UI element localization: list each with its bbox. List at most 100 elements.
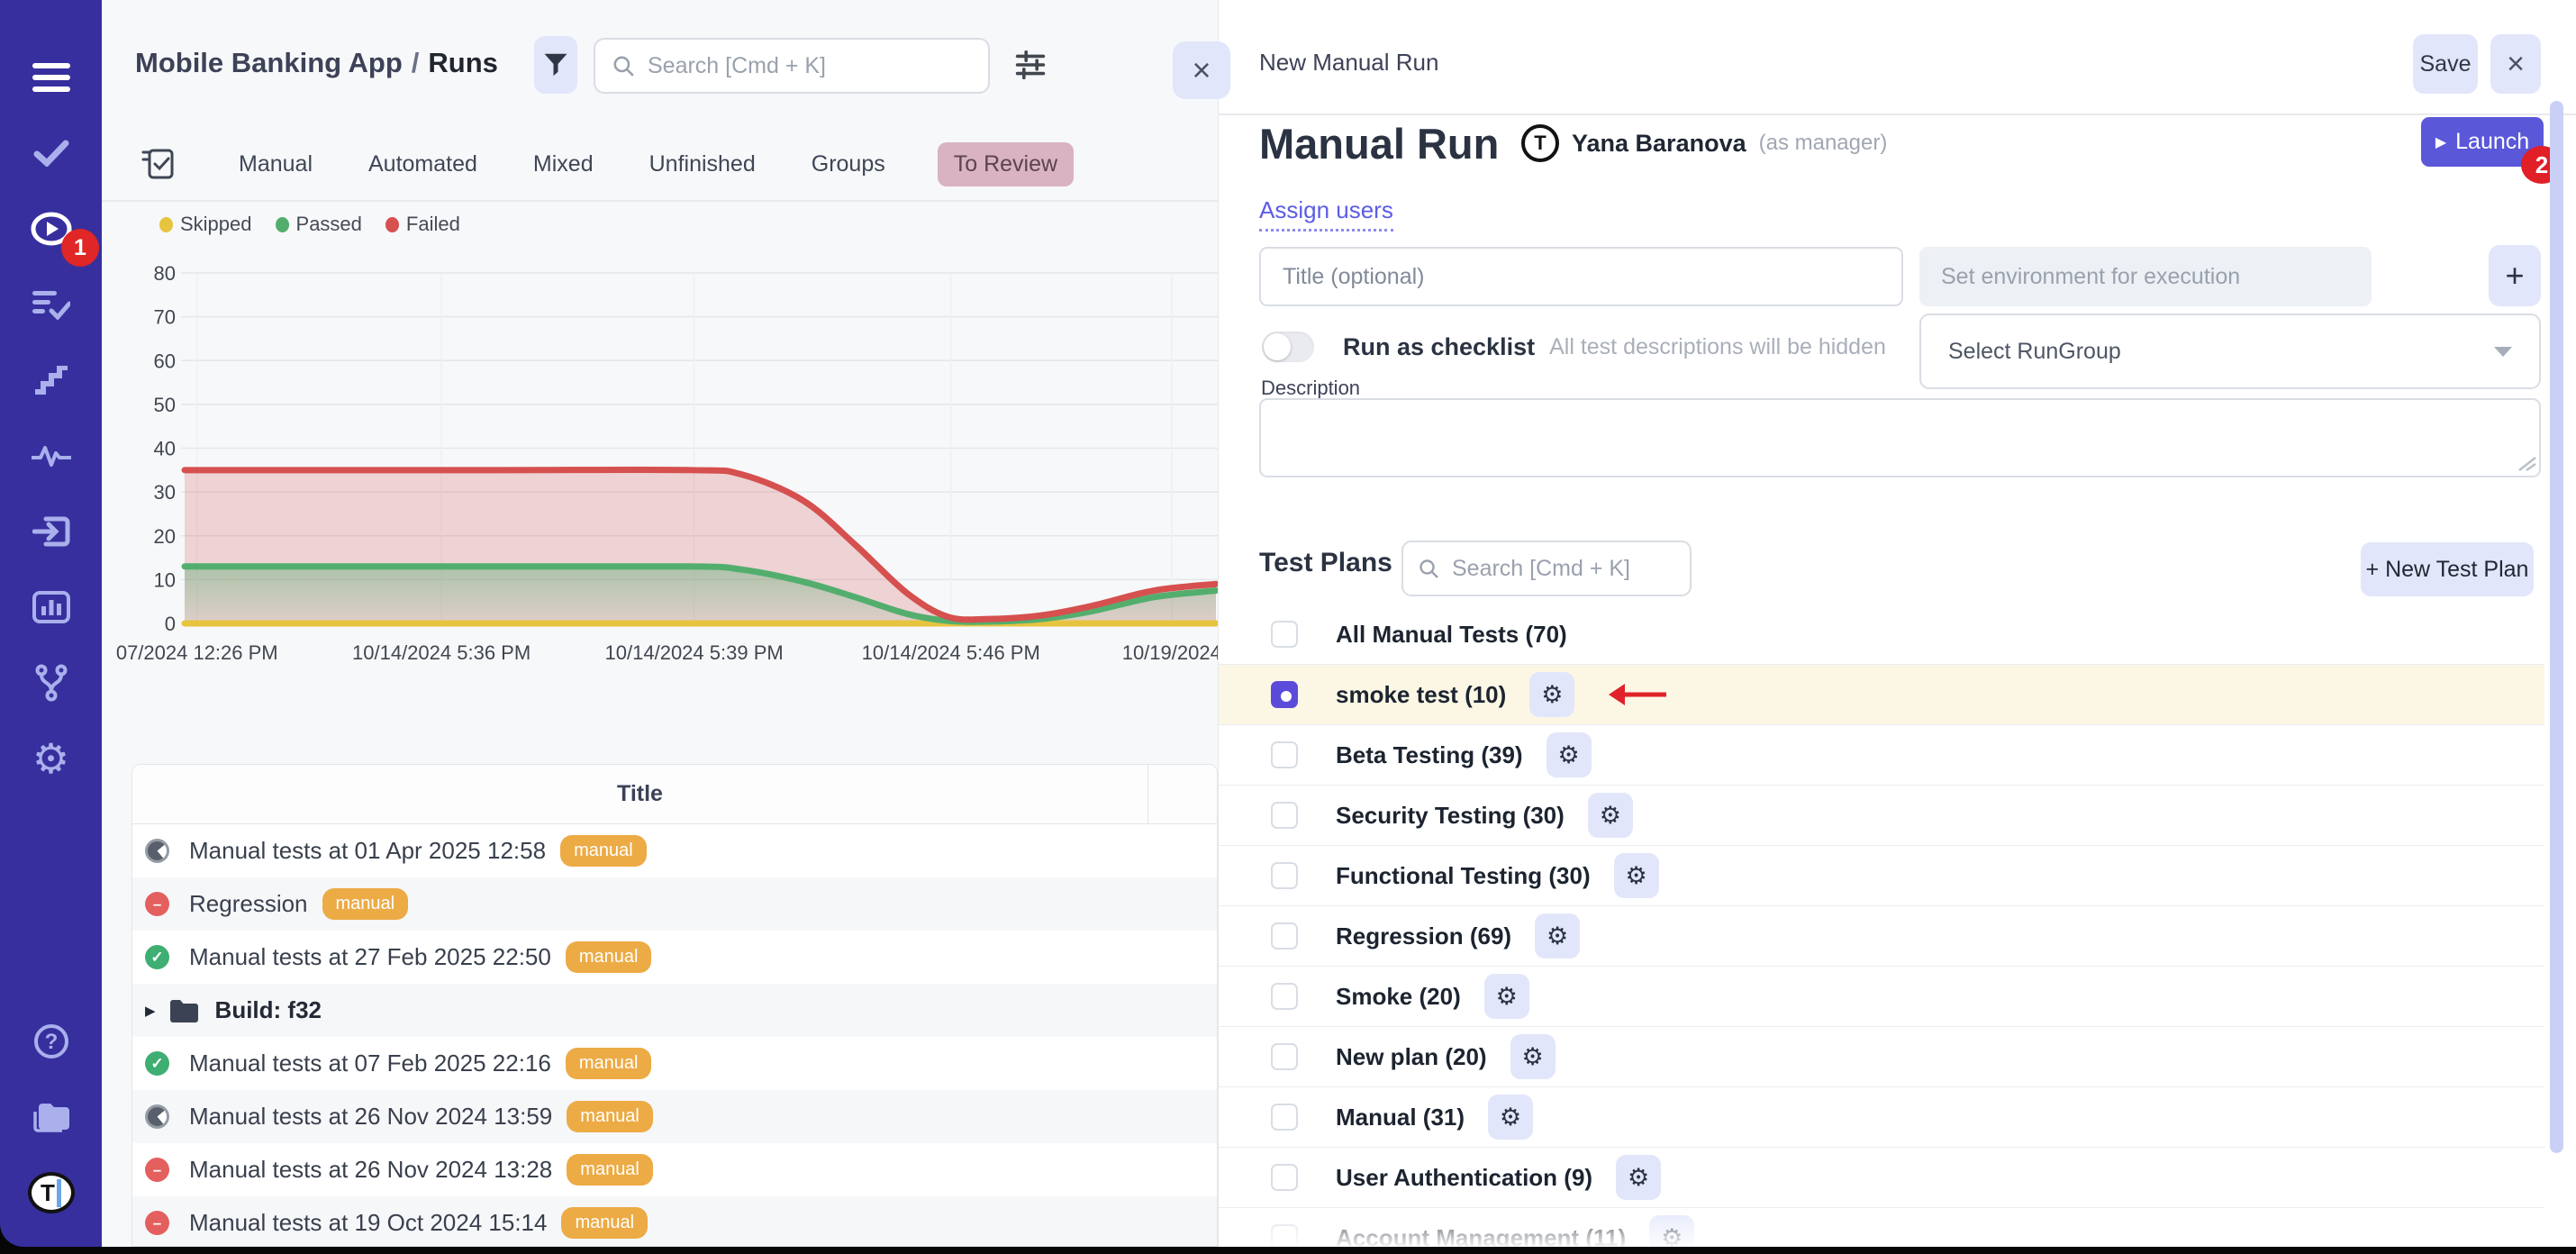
svg-text:30: 30 xyxy=(154,481,176,504)
assign-users-link[interactable]: Assign users xyxy=(1259,196,1393,232)
sidebar-item-settings[interactable]: ⚙ xyxy=(0,721,102,796)
test-plan-checkbox[interactable] xyxy=(1271,802,1298,829)
test-plan-settings-button[interactable]: ⚙ xyxy=(1614,853,1659,898)
sidebar-item-branch[interactable] xyxy=(0,645,102,721)
test-plan-checkbox[interactable] xyxy=(1271,922,1298,950)
test-plan-checkbox[interactable] xyxy=(1271,741,1298,768)
drawer-scrollbar[interactable] xyxy=(2550,101,2563,1153)
table-row[interactable]: Manual tests at 01 Apr 2025 12:58manual xyxy=(132,824,1217,877)
test-plan-settings-button[interactable]: ⚙ xyxy=(1588,793,1633,838)
tab-automated[interactable]: Automated xyxy=(365,142,481,186)
test-plan-settings-button[interactable]: ⚙ xyxy=(1529,672,1574,717)
table-row[interactable]: Manual tests at 26 Nov 2024 13:59manual xyxy=(132,1090,1217,1143)
run-type-badge: manual xyxy=(566,1048,652,1079)
tab-to-review[interactable]: To Review xyxy=(938,142,1074,186)
checks-icon xyxy=(33,140,69,167)
table-folder-row[interactable]: ▶Build: f32 xyxy=(132,984,1217,1037)
rungroup-select[interactable]: Select RunGroup xyxy=(1919,314,2541,389)
test-plan-settings-button[interactable]: ⚙ xyxy=(1547,732,1592,777)
sidebar-item-runs[interactable]: 1 xyxy=(0,191,102,267)
test-plan-row[interactable]: Smoke (20) ⚙ xyxy=(1219,967,2544,1027)
toggle-knob xyxy=(1264,333,1291,360)
legend-dot xyxy=(276,217,289,232)
drawer-close-button[interactable]: × xyxy=(2490,34,2541,94)
legend-item-skipped[interactable]: Skipped xyxy=(159,213,252,236)
table-row[interactable]: ✓Manual tests at 07 Feb 2025 22:16manual xyxy=(132,1037,1217,1090)
checklist-icon[interactable] xyxy=(141,147,174,181)
sidebar-item-checks[interactable] xyxy=(0,115,102,191)
test-plan-settings-button[interactable]: ⚙ xyxy=(1484,974,1529,1019)
app-logo[interactable]: T xyxy=(28,1172,75,1213)
test-plan-checkbox[interactable] xyxy=(1271,862,1298,889)
test-plan-checkbox[interactable] xyxy=(1271,621,1298,648)
sidebar-item-logo[interactable]: T xyxy=(0,1155,102,1231)
tab-groups[interactable]: Groups xyxy=(808,142,889,186)
run-type-badge: manual xyxy=(566,941,652,973)
column-header-title[interactable]: Title xyxy=(132,781,1147,807)
table-row[interactable]: –Regressionmanual xyxy=(132,877,1217,931)
test-plan-settings-button[interactable]: ⚙ xyxy=(1510,1034,1556,1079)
test-plan-row[interactable]: Security Testing (30)⚙ xyxy=(1219,786,2544,846)
table-row[interactable]: –Manual tests at 26 Nov 2024 13:28manual xyxy=(132,1143,1217,1196)
test-plan-settings-button[interactable]: ⚙ xyxy=(1535,913,1580,959)
test-plan-label: Smoke (20) xyxy=(1336,983,1461,1011)
breadcrumb-project[interactable]: Mobile Banking App xyxy=(135,47,403,78)
tab-unfinished[interactable]: Unfinished xyxy=(646,142,759,186)
test-plan-row[interactable]: Regression (69)⚙ xyxy=(1219,906,2544,967)
test-plan-checkbox[interactable] xyxy=(1271,1104,1298,1131)
test-plan-row[interactable]: Beta Testing (39)⚙ xyxy=(1219,725,2544,786)
filter-button[interactable] xyxy=(534,36,577,94)
test-plan-checkbox[interactable] xyxy=(1271,983,1298,1010)
description-label: Description xyxy=(1261,377,1360,400)
svg-text:10/14/2024 5:36 PM: 10/14/2024 5:36 PM xyxy=(352,641,531,664)
sidebar-item-plans[interactable] xyxy=(0,267,102,342)
sidebar-item-menu[interactable] xyxy=(0,40,102,115)
test-plan-checkbox[interactable] xyxy=(1271,681,1298,708)
sidebar-item-import[interactable] xyxy=(0,494,102,569)
checklist-toggle-label: Run as checklist xyxy=(1343,333,1535,361)
gear-icon: ⚙ xyxy=(1557,741,1579,769)
test-plan-checkbox[interactable] xyxy=(1271,1043,1298,1070)
analytics-icon xyxy=(32,591,70,623)
save-button[interactable]: Save xyxy=(2413,34,2478,94)
test-plan-row[interactable]: Functional Testing (30)⚙ xyxy=(1219,846,2544,906)
test-plan-row[interactable]: New plan (20)⚙ xyxy=(1219,1027,2544,1087)
view-settings-button[interactable] xyxy=(1010,45,1051,86)
test-plan-settings-button[interactable]: ⚙ xyxy=(1488,1095,1533,1140)
avatar[interactable]: T xyxy=(1521,124,1559,162)
tab-manual[interactable]: Manual xyxy=(235,142,316,186)
test-plan-label: User Authentication (9) xyxy=(1336,1164,1592,1192)
runs-search-input[interactable] xyxy=(648,53,972,79)
run-title-input[interactable] xyxy=(1259,247,1903,306)
caret-right-icon[interactable]: ▶ xyxy=(145,1003,156,1019)
sidebar-item-analytics[interactable] xyxy=(0,569,102,645)
test-plan-row[interactable]: Manual (31)⚙ xyxy=(1219,1087,2544,1148)
sidebar-item-pulse[interactable] xyxy=(0,418,102,494)
test-plan-settings-button[interactable]: ⚙ xyxy=(1616,1155,1661,1200)
settings-icon: ⚙ xyxy=(32,738,69,779)
run-as-checklist-toggle[interactable] xyxy=(1262,332,1314,362)
runs-table-header: Title xyxy=(132,765,1217,824)
table-row[interactable]: –Manual tests at 19 Oct 2024 15:14manual xyxy=(132,1196,1217,1247)
tab-mixed[interactable]: Mixed xyxy=(530,142,597,186)
test-plan-checkbox[interactable] xyxy=(1271,1164,1298,1191)
table-row[interactable]: ✓Manual tests at 27 Feb 2025 22:50manual xyxy=(132,931,1217,984)
legend-item-passed[interactable]: Passed xyxy=(276,213,362,236)
test-plan-row[interactable]: smoke test (10)⚙ xyxy=(1219,665,2544,725)
sidebar-item-help[interactable]: ? xyxy=(0,1004,102,1079)
legend-label: Skipped xyxy=(180,213,252,236)
legend-item-failed[interactable]: Failed xyxy=(385,213,460,236)
sidebar-item-docs[interactable] xyxy=(0,1079,102,1155)
svg-text:10: 10 xyxy=(154,568,176,591)
add-environment-button[interactable]: + xyxy=(2489,245,2541,306)
environment-input[interactable] xyxy=(1919,247,2372,306)
test-plan-row[interactable]: All Manual Tests (70) xyxy=(1219,604,2544,665)
test-plans-search-input[interactable] xyxy=(1452,556,1675,582)
test-plan-row[interactable]: User Authentication (9) ⚙ xyxy=(1219,1148,2544,1208)
new-test-plan-button[interactable]: + New Test Plan xyxy=(2361,542,2534,596)
breadcrumb-page: Runs xyxy=(428,47,498,78)
svg-text:10/14/2024 5:39 PM: 10/14/2024 5:39 PM xyxy=(605,641,784,664)
description-textarea[interactable] xyxy=(1259,398,2541,477)
sidebar-item-steps[interactable] xyxy=(0,342,102,418)
runs-panel-close-button[interactable]: × xyxy=(1173,41,1230,99)
